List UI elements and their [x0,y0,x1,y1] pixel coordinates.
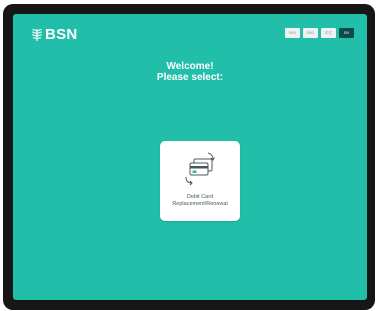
option-label-line1: Debit Card [186,194,214,200]
language-button-eng[interactable]: ENG [303,28,318,38]
welcome-heading: Welcome! Please select: [13,61,367,83]
debit-card-replacement-icon [185,152,215,186]
language-button-mys[interactable]: MYS [285,28,300,38]
option-label-line2: Replacement/Renewal [172,201,228,207]
language-selector: MYS ENG 中文 EN [285,28,354,38]
language-button-en[interactable]: EN [339,28,354,38]
welcome-title: Welcome! [166,61,214,72]
welcome-prompt: Please select: [156,72,224,83]
bsn-logo: BSN [31,26,78,43]
debit-card-replacement-label: Debit Card Replacement/Renewal [160,194,240,208]
palm-leaf-icon [31,28,43,41]
brand-name: BSN [45,26,78,43]
language-button-chinese[interactable]: 中文 [321,28,336,38]
debit-card-replacement-button[interactable]: Debit Card Replacement/Renewal [160,141,240,221]
kiosk-screen: BSN MYS ENG 中文 EN Welcome! Please select… [13,14,367,300]
